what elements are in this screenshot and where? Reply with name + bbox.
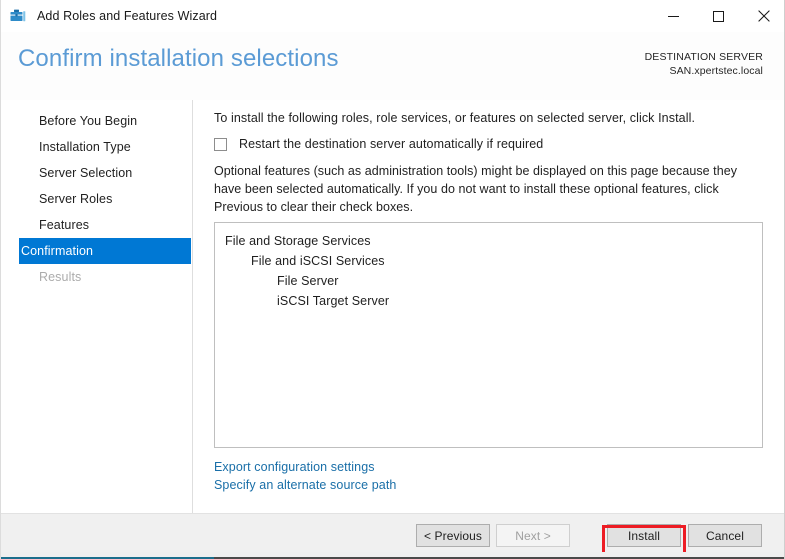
close-icon[interactable]: [741, 0, 784, 32]
sidebar-item-server-roles[interactable]: Server Roles: [19, 186, 191, 212]
cancel-button[interactable]: Cancel: [688, 524, 762, 547]
page-title: Confirm installation selections: [18, 45, 339, 72]
destination-server-value: SAN.xpertstec.local: [669, 65, 763, 77]
window-title: Add Roles and Features Wizard: [37, 9, 218, 23]
specify-alternate-source-path-link[interactable]: Specify an alternate source path: [214, 476, 396, 494]
sidebar-item-installation-type[interactable]: Installation Type: [19, 134, 191, 160]
page-header: Confirm installation selections DESTINAT…: [1, 32, 784, 100]
minimize-icon[interactable]: [651, 0, 696, 32]
previous-button[interactable]: < Previous: [416, 524, 490, 547]
list-item[interactable]: File Server: [215, 271, 762, 291]
install-button[interactable]: Install: [607, 524, 681, 547]
sidebar-item-features[interactable]: Features: [19, 212, 191, 238]
wizard-step-list: Before You Begin Installation Type Serve…: [1, 108, 193, 290]
destination-server-label: DESTINATION SERVER: [644, 51, 763, 63]
sidebar-item-results: Results: [39, 270, 82, 284]
sidebar-item-confirmation[interactable]: Confirmation: [19, 238, 191, 264]
list-item[interactable]: File and Storage Services: [215, 231, 762, 251]
next-button: Next >: [496, 524, 570, 547]
export-configuration-settings-link[interactable]: Export configuration settings: [214, 458, 375, 476]
taskbar-strip: [1, 552, 784, 559]
list-item[interactable]: iSCSI Target Server: [215, 291, 762, 311]
sidebar-item-before-you-begin[interactable]: Before You Begin: [19, 108, 191, 134]
destination-server-block: DESTINATION SERVER SAN.xpertstec.local: [645, 50, 763, 78]
window-controls: [651, 0, 784, 32]
list-item[interactable]: File and iSCSI Services: [215, 251, 762, 271]
intro-text: To install the following roles, role ser…: [214, 111, 696, 125]
server-manager-icon: [8, 6, 28, 26]
title-bar: Add Roles and Features Wizard: [1, 0, 784, 32]
restart-checkbox-row[interactable]: Restart the destination server automatic…: [214, 137, 543, 151]
wizard-sidebar: Before You Begin Installation Type Serve…: [1, 100, 193, 513]
action-links: Export configuration settings Specify an…: [214, 458, 396, 494]
sidebar-item-server-selection[interactable]: Server Selection: [19, 160, 191, 186]
restart-checkbox[interactable]: [214, 137, 227, 151]
selections-listbox[interactable]: File and Storage Services File and iSCSI…: [214, 222, 763, 448]
optional-features-text: Optional features (such as administratio…: [214, 164, 738, 214]
body-area: Before You Begin Installation Type Serve…: [1, 100, 784, 513]
main-pane: To install the following roles, role ser…: [193, 100, 784, 513]
restart-checkbox-label: Restart the destination server automatic…: [239, 137, 544, 151]
wizard-window: Add Roles and Features Wizard Confirm in…: [0, 0, 785, 559]
button-bar: < Previous Next > Install Cancel: [1, 513, 784, 552]
maximize-icon[interactable]: [696, 0, 741, 32]
